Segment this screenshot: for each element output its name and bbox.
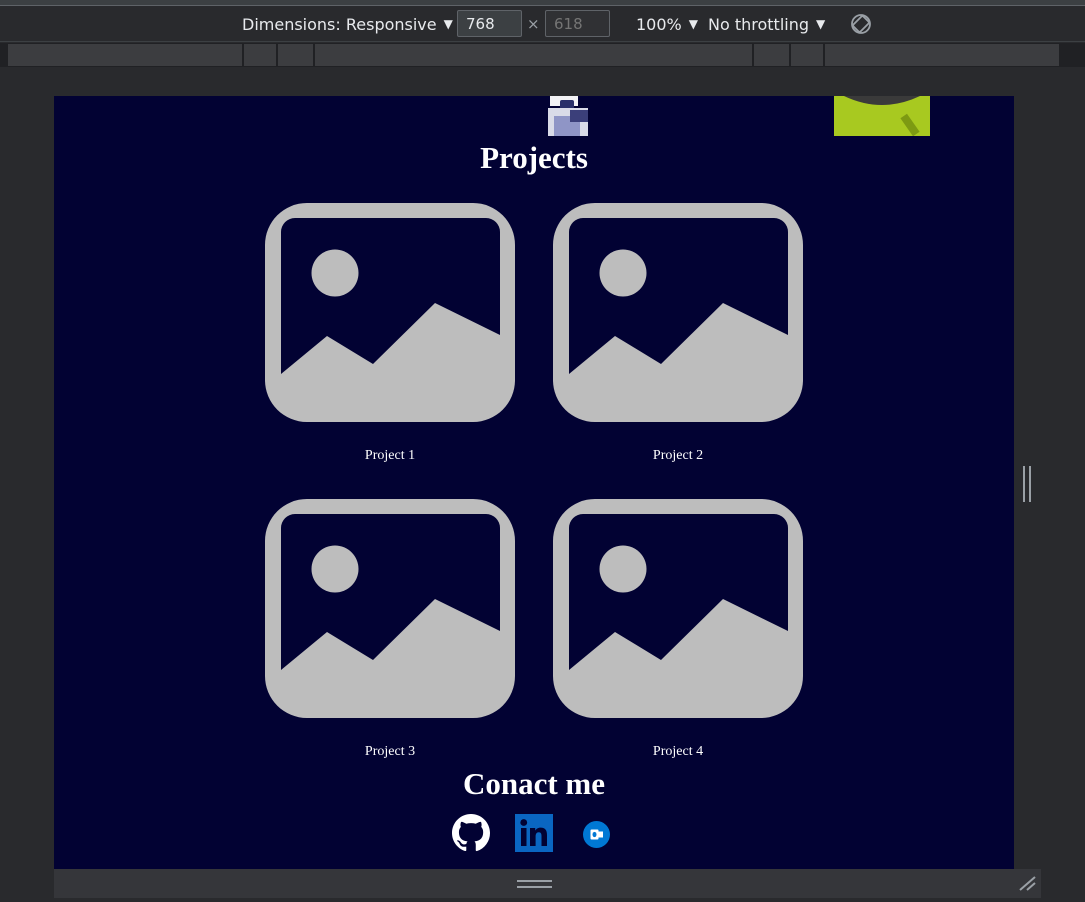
throttling-dropdown[interactable]: No throttling ▼ (708, 6, 825, 42)
project-card[interactable]: Project 2 (553, 203, 803, 463)
times-separator: × (527, 15, 540, 33)
zoom-label: 100% (636, 14, 682, 34)
project-card[interactable]: Project 3 (265, 499, 515, 759)
project-caption: Project 4 (652, 744, 704, 759)
image-placeholder-icon (553, 499, 803, 718)
contact-heading: Conact me (462, 766, 606, 801)
chevron-down-icon: ▼ (688, 17, 698, 31)
project-caption: Project 1 (364, 448, 416, 463)
ruler-segment[interactable] (754, 44, 790, 66)
hero-illustration-device (834, 96, 930, 136)
viewport-width-resize-handle[interactable] (1014, 96, 1041, 869)
height-input[interactable] (545, 10, 610, 37)
ruler-segment[interactable] (244, 44, 277, 66)
emulated-viewport: Projects Project 1 Project 2 Project 3 P… (54, 96, 1014, 869)
corner-resize-icon[interactable] (1017, 874, 1037, 892)
project-card[interactable]: Project 1 (265, 203, 515, 463)
project-caption: Project 2 (652, 448, 704, 463)
viewport-height-resize-handle[interactable] (54, 869, 1041, 898)
dimensions-dropdown[interactable]: Dimensions: Responsive ▼ (242, 6, 453, 42)
ruler-segment[interactable] (8, 44, 243, 66)
ruler-segment[interactable] (315, 44, 753, 66)
outlook-icon[interactable] (583, 821, 610, 848)
device-toolbar: Dimensions: Responsive ▼ × 100% ▼ No thr… (0, 6, 1085, 42)
width-input[interactable] (457, 10, 522, 37)
image-placeholder-icon (553, 203, 803, 422)
hero-illustration-person (548, 96, 588, 136)
image-placeholder-icon (265, 203, 515, 422)
ruler-segment[interactable] (825, 44, 1060, 66)
media-query-ruler (0, 43, 1085, 67)
ruler-segment[interactable] (278, 44, 314, 66)
grip-line (1023, 466, 1025, 502)
ruler-segment[interactable] (791, 44, 824, 66)
grip-line (1029, 466, 1031, 502)
image-placeholder-icon (265, 499, 515, 718)
chevron-down-icon: ▼ (443, 17, 453, 31)
dimensions-label: Dimensions: Responsive (242, 14, 437, 34)
rotate-icon[interactable] (849, 12, 873, 36)
project-card[interactable]: Project 4 (553, 499, 803, 759)
github-icon[interactable] (452, 814, 490, 852)
projects-heading: Projects (480, 140, 588, 175)
project-caption: Project 3 (364, 744, 416, 759)
chevron-down-icon: ▼ (816, 17, 826, 31)
grip-line (517, 886, 552, 888)
grip-line (517, 880, 552, 882)
throttling-label: No throttling (708, 14, 810, 34)
zoom-dropdown[interactable]: 100% ▼ (636, 6, 698, 42)
linkedin-icon[interactable] (515, 814, 553, 852)
